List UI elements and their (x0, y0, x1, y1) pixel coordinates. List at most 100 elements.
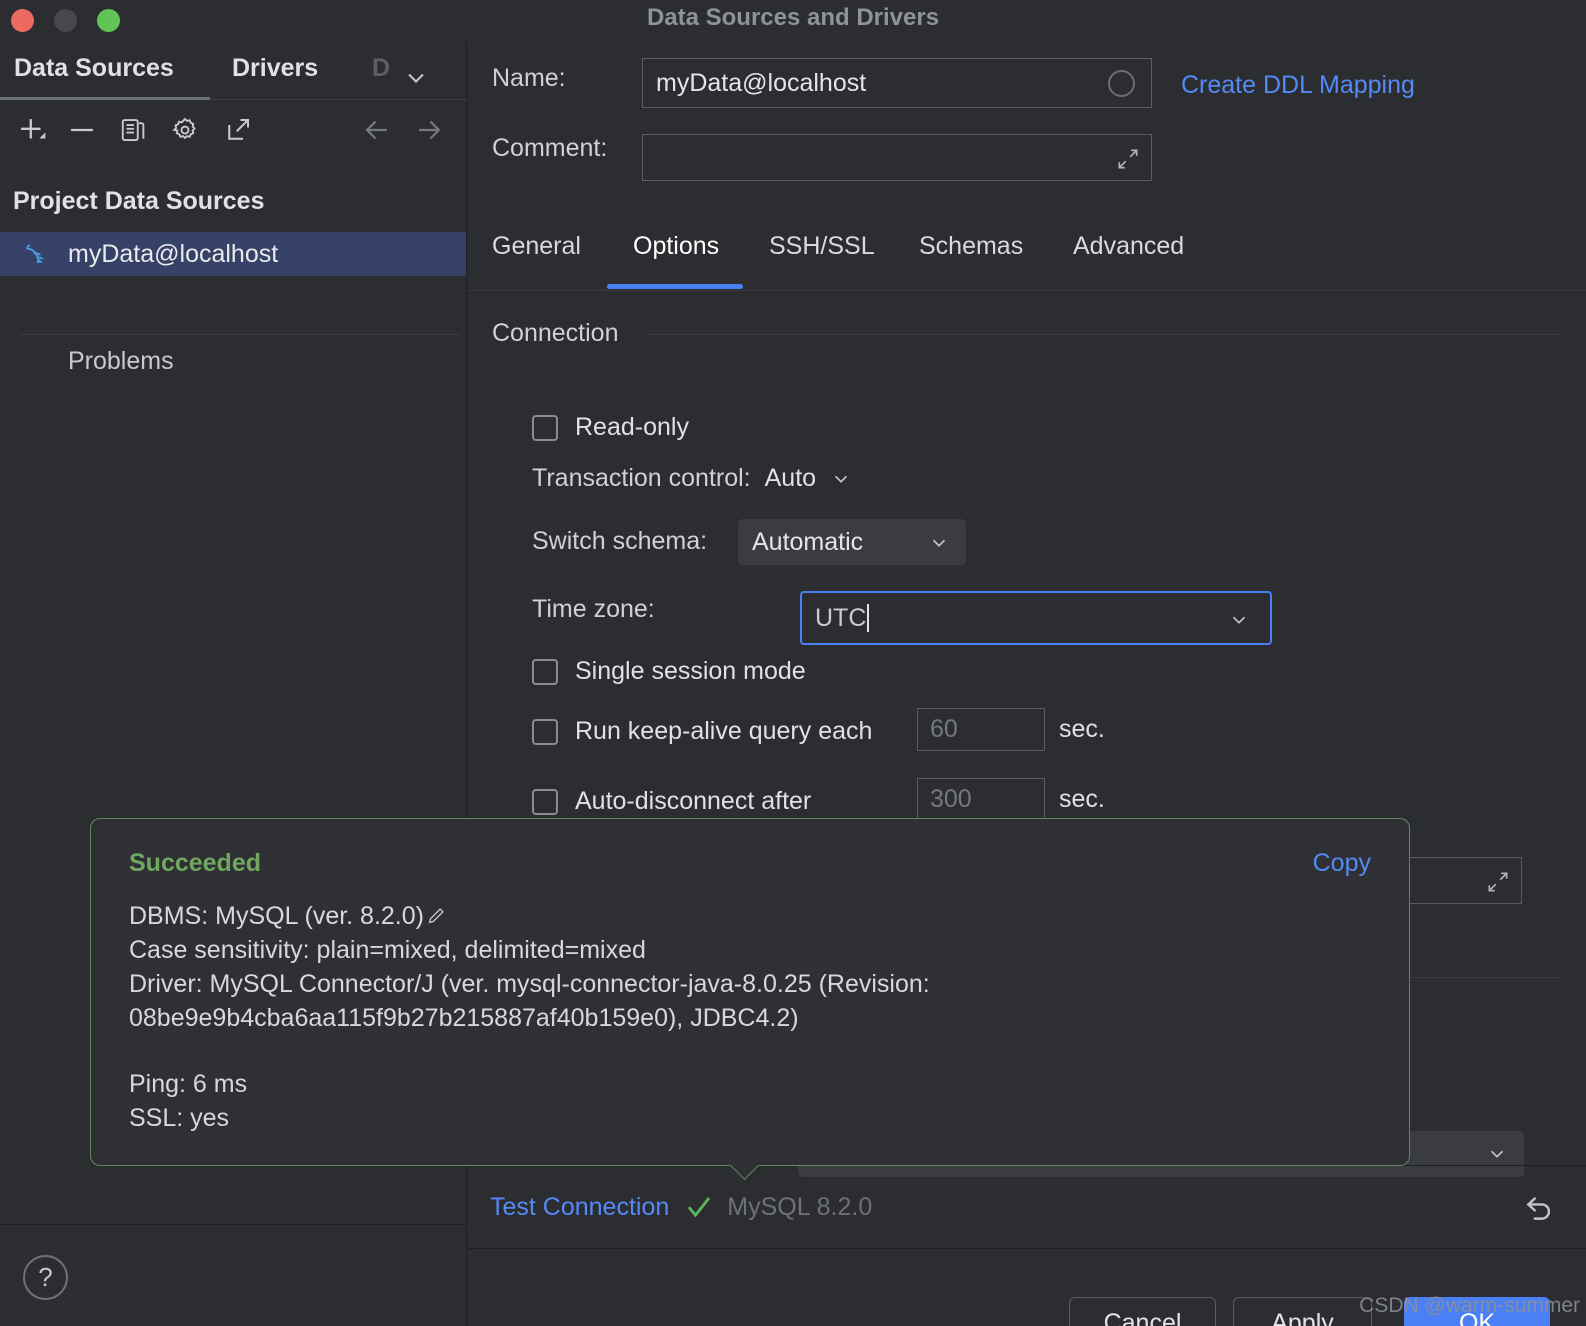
sidebar-group-header: Project Data Sources (13, 187, 265, 215)
tab-schemas[interactable]: Schemas (919, 232, 1023, 261)
auto-disconnect-checkbox[interactable] (532, 788, 558, 815)
expand-icon[interactable] (1485, 869, 1511, 895)
keep-alive-row[interactable]: Run keep-alive query each (532, 717, 872, 746)
apply-button[interactable]: Apply (1233, 1297, 1372, 1326)
single-session-checkbox[interactable] (532, 658, 558, 685)
tab-advanced[interactable]: Advanced (1073, 232, 1184, 261)
tooltip-line-driver-cont: 08be9e9b4cba6aa115f9b27b215887af40b159e0… (129, 1004, 799, 1032)
keep-alive-placeholder: 60 (930, 715, 958, 743)
time-zone-row: Time zone: (532, 595, 655, 624)
status-circle-icon (1108, 70, 1135, 97)
chevron-down-icon[interactable] (402, 64, 430, 92)
check-icon (685, 1193, 713, 1221)
settings-tabs: General Options SSH/SSL Schemas Advanced (468, 210, 1586, 291)
time-zone-value: UTC (815, 603, 867, 632)
tooltip-line-dbms: DBMS: MySQL (ver. 8.2.0) (129, 899, 1379, 933)
remove-icon[interactable] (62, 110, 102, 150)
dialog-footer: Cancel Apply OK (468, 1249, 1586, 1326)
title-bar: Data Sources and Drivers (0, 0, 1586, 42)
expand-icon[interactable] (1115, 146, 1141, 172)
switch-schema-value: Automatic (752, 527, 864, 556)
cancel-button[interactable]: Cancel (1069, 1297, 1216, 1326)
sidebar-item-problems[interactable]: Problems (68, 347, 174, 376)
transaction-control-value[interactable]: Auto (765, 464, 816, 493)
tooltip-line-ssl: SSL: yes (129, 1104, 230, 1132)
sidebar-item-label: myData@localhost (68, 239, 279, 268)
read-only-checkbox[interactable] (532, 414, 558, 441)
sidebar-tab-drivers[interactable]: Drivers (232, 54, 318, 83)
keep-alive-checkbox[interactable] (532, 718, 558, 745)
transaction-control-label: Transaction control: (532, 464, 751, 492)
section-divider (648, 334, 1563, 335)
test-connection-link[interactable]: Test Connection (490, 1193, 669, 1222)
tooltip-pointer (727, 1165, 761, 1187)
pencil-icon[interactable] (425, 902, 447, 924)
dbms-version-label: MySQL 8.2.0 (727, 1192, 873, 1221)
sidebar-divider (20, 334, 460, 335)
tooltip-line-case: Case sensitivity: plain=mixed, delimited… (129, 936, 646, 964)
single-session-row[interactable]: Single session mode (532, 657, 806, 686)
tab-options[interactable]: Options (633, 232, 719, 261)
copy-link[interactable]: Copy (1313, 849, 1371, 878)
comment-label: Comment: (492, 134, 608, 162)
comment-row: Comment: (492, 134, 607, 163)
read-only-label: Read-only (575, 413, 689, 441)
mysql-dolphin-icon (22, 238, 54, 270)
keep-alive-input[interactable]: 60 (917, 708, 1045, 751)
switch-schema-select[interactable]: Automatic (738, 519, 966, 565)
transaction-control-row: Transaction control: Auto (532, 464, 852, 493)
data-sources-dialog: Data Sources and Drivers Data Sources Dr… (0, 0, 1586, 1326)
switch-schema-row: Switch schema: (532, 527, 707, 556)
tab-ssh-ssl[interactable]: SSH/SSL (769, 232, 875, 261)
window-title: Data Sources and Drivers (646, 4, 940, 31)
tooltip-line-ping: Ping: 6 ms (129, 1070, 248, 1098)
undo-icon[interactable] (1522, 1190, 1556, 1224)
share-icon[interactable] (218, 110, 258, 150)
comment-input[interactable] (642, 134, 1152, 181)
name-input[interactable]: myData@localhost (642, 58, 1152, 108)
tooltip-body: DBMS: MySQL (ver. 8.2.0) Case sensitivit… (129, 899, 1379, 1135)
chevron-down-icon[interactable] (830, 468, 852, 490)
tooltip-line-driver: Driver: MySQL Connector/J (ver. mysql-co… (129, 970, 930, 998)
switch-schema-label: Switch schema: (532, 527, 708, 555)
gear-icon[interactable] (165, 110, 205, 150)
auto-disconnect-row[interactable]: Auto-disconnect after (532, 787, 811, 816)
time-zone-label: Time zone: (532, 595, 655, 623)
sidebar-footer-divider (0, 1224, 467, 1225)
sidebar-tabs: Data Sources Drivers D (0, 42, 467, 100)
chevron-down-icon (1486, 1143, 1508, 1165)
sidebar-item-mydata-localhost[interactable]: myData@localhost (0, 232, 466, 276)
back-arrow-icon[interactable] (357, 110, 397, 150)
name-input-value: myData@localhost (656, 68, 867, 97)
sidebar-tab-overflow[interactable]: D (372, 54, 392, 83)
text-caret (867, 604, 870, 632)
create-ddl-mapping-link[interactable]: Create DDL Mapping (1181, 71, 1415, 100)
add-icon[interactable] (12, 110, 52, 150)
keep-alive-unit: sec. (1059, 715, 1105, 743)
status-badge: Succeeded (129, 849, 262, 877)
single-session-label: Single session mode (575, 657, 806, 685)
chevron-down-icon (928, 532, 950, 554)
connection-section-title: Connection (492, 319, 619, 347)
ok-button[interactable]: OK (1404, 1297, 1550, 1326)
duplicate-icon[interactable] (114, 110, 154, 150)
auto-disconnect-unit: sec. (1059, 785, 1105, 813)
keep-alive-label: Run keep-alive query each (575, 717, 873, 745)
tooltip-spacer (129, 1035, 1379, 1067)
forward-arrow-icon[interactable] (409, 110, 449, 150)
tab-general[interactable]: General (492, 232, 581, 261)
tab-active-indicator (607, 284, 743, 289)
auto-disconnect-label: Auto-disconnect after (575, 787, 812, 815)
help-button[interactable]: ? (23, 1255, 68, 1300)
tooltip-line-dbms-text: DBMS: MySQL (ver. 8.2.0) (129, 902, 424, 930)
sidebar-tab-data-sources[interactable]: Data Sources (14, 54, 174, 83)
auto-disconnect-placeholder: 300 (930, 785, 972, 813)
auto-disconnect-input[interactable]: 300 (917, 778, 1045, 821)
read-only-row[interactable]: Read-only (532, 413, 689, 442)
time-zone-combobox[interactable]: UTC (800, 591, 1272, 645)
name-label: Name: (492, 64, 566, 92)
chevron-down-icon[interactable] (1228, 609, 1250, 631)
connection-result-tooltip: Succeeded Copy DBMS: MySQL (ver. 8.2.0) … (90, 818, 1410, 1166)
sidebar-toolbar (0, 100, 467, 160)
test-connection-bar: Test Connection MySQL 8.2.0 (468, 1165, 1586, 1249)
